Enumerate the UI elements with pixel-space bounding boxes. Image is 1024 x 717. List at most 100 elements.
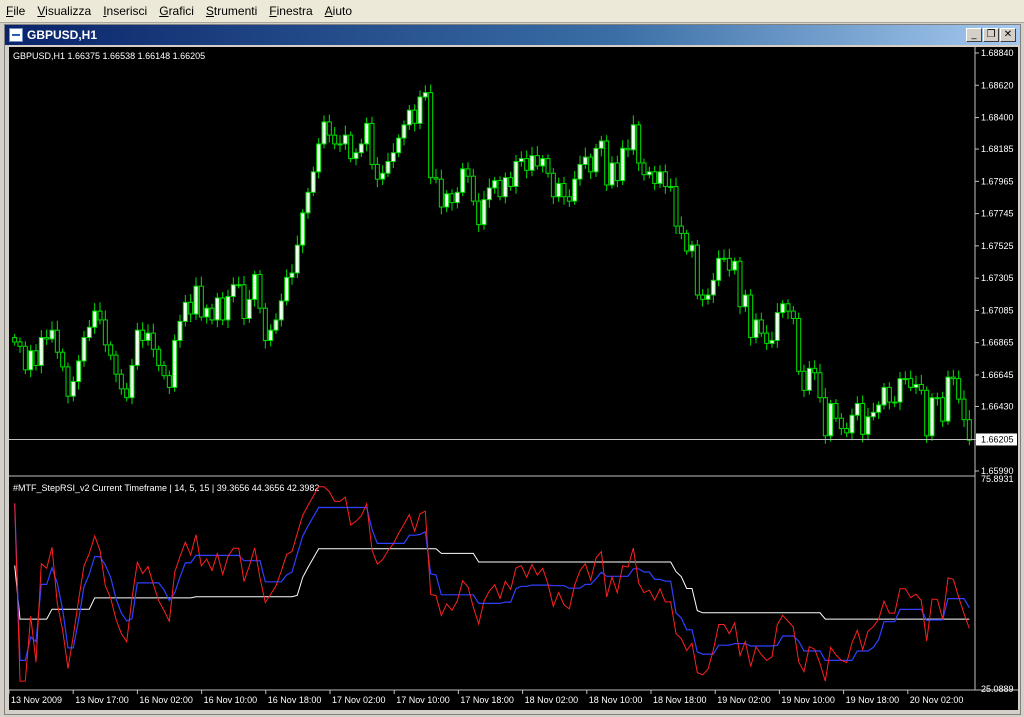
candle-body — [790, 310, 796, 319]
candle-body — [812, 367, 818, 374]
time-tick-label: 18 Nov 02:00 — [525, 695, 579, 705]
candle-body — [822, 397, 828, 437]
candle-body — [225, 295, 231, 321]
price-tick-label: 1.66865 — [981, 338, 1014, 348]
price-tick-label: 1.67085 — [981, 305, 1014, 315]
time-tick-label: 19 Nov 10:00 — [781, 695, 835, 705]
candle-body — [566, 196, 572, 202]
candle-body — [422, 92, 428, 98]
candle-body — [817, 372, 823, 399]
candle-body — [161, 364, 167, 377]
candle-body — [678, 225, 684, 234]
chart-window-title: GBPUSD,H1 — [27, 28, 98, 42]
candle-body — [449, 193, 455, 204]
candle-body — [524, 158, 530, 171]
chart-window-titlebar[interactable]: GBPUSD,H1 _ ❐ ✕ — [5, 25, 1020, 45]
candle-body — [828, 403, 834, 437]
indicator-tick-label: 75.8931 — [981, 474, 1014, 484]
candle-body — [764, 332, 770, 344]
restore-button[interactable]: ❐ — [983, 28, 999, 42]
time-tick-label: 17 Nov 10:00 — [396, 695, 450, 705]
candle-body — [961, 398, 967, 421]
candle-body — [252, 273, 258, 300]
candle-body — [945, 376, 951, 422]
candle-body — [758, 319, 764, 334]
candle-body — [646, 171, 652, 176]
candle-body — [902, 378, 908, 381]
candle-body — [230, 284, 236, 297]
candle-body — [769, 339, 775, 344]
close-button[interactable]: ✕ — [1000, 28, 1016, 42]
candle-body — [780, 303, 786, 314]
menu-item-grafici[interactable]: Grafici — [153, 4, 200, 18]
candle-body — [406, 109, 412, 126]
time-tick-label: 13 Nov 2009 — [11, 695, 62, 705]
candle-body — [182, 301, 188, 322]
candle-body — [374, 163, 380, 180]
time-tick-label: 16 Nov 10:00 — [204, 695, 258, 705]
candle-body — [262, 307, 268, 341]
time-tick-label: 18 Nov 10:00 — [589, 695, 643, 705]
candle-body — [582, 156, 588, 165]
candle-body — [444, 193, 450, 208]
candle-body — [97, 310, 103, 321]
candle-body — [545, 158, 551, 174]
candle-body — [278, 300, 284, 321]
rsi-line — [14, 486, 970, 682]
candle-body — [918, 383, 924, 391]
menu-item-inserisci[interactable]: Inserisci — [97, 4, 153, 18]
candle-body — [657, 171, 663, 185]
candle-body — [700, 294, 706, 300]
minimize-button[interactable]: _ — [966, 28, 982, 42]
candle-body — [86, 326, 92, 339]
current-price-label: 1.66205 — [981, 434, 1014, 444]
candle-body — [321, 121, 327, 145]
candle-body — [604, 140, 610, 186]
candle-body — [156, 348, 162, 366]
candle-body — [140, 329, 146, 341]
candle-body — [460, 168, 466, 193]
candle-body — [364, 122, 370, 145]
menu-item-finestra[interactable]: Finestra — [263, 4, 318, 18]
candle-body — [684, 232, 690, 252]
candle-body — [710, 279, 716, 296]
price-tick-label: 1.67525 — [981, 241, 1014, 251]
candle-body — [652, 171, 658, 185]
time-tick-label: 16 Nov 18:00 — [268, 695, 322, 705]
candle-body — [300, 212, 306, 246]
candle-body — [124, 388, 130, 399]
candle-body — [22, 345, 28, 371]
candle-body — [33, 350, 39, 366]
candle-body — [668, 185, 674, 188]
price-tick-label: 1.68185 — [981, 144, 1014, 154]
candle-body — [561, 183, 567, 198]
menu-item-file[interactable]: File — [0, 4, 31, 18]
candle-body — [598, 140, 604, 149]
candle-body — [540, 158, 546, 167]
candle-body — [342, 134, 348, 145]
candle-body — [390, 152, 396, 163]
candle-body — [742, 294, 748, 308]
indicator-pane-header: #MTF_StepRSI_v2 Current Timeframe | 14, … — [13, 483, 319, 493]
candle-body — [166, 375, 172, 388]
candle-body — [412, 109, 418, 124]
candle-body — [108, 344, 114, 356]
fast-step-line — [14, 503, 970, 661]
candle-body — [369, 122, 375, 165]
candle-body — [630, 124, 636, 151]
chart-area[interactable]: 1.68840 1.68620 1.68400 1.68185 1.67965 1.677… — [9, 47, 1018, 710]
menu-item-strumenti[interactable]: Strumenti — [200, 4, 263, 18]
candle-body — [401, 124, 407, 139]
candle-body — [177, 320, 183, 341]
candle-body — [886, 386, 892, 403]
candle-body — [662, 171, 668, 187]
candle-body — [726, 257, 732, 271]
time-tick-label: 13 Nov 17:00 — [75, 695, 129, 705]
menu-item-aiuto[interactable]: Aiuto — [319, 4, 358, 18]
candle-body — [246, 298, 252, 319]
candle-body — [220, 297, 226, 321]
menu-item-visualizza[interactable]: Visualizza — [31, 4, 97, 18]
candle-body — [417, 96, 423, 124]
slow-step-line — [14, 548, 970, 620]
candle-body — [241, 284, 247, 319]
